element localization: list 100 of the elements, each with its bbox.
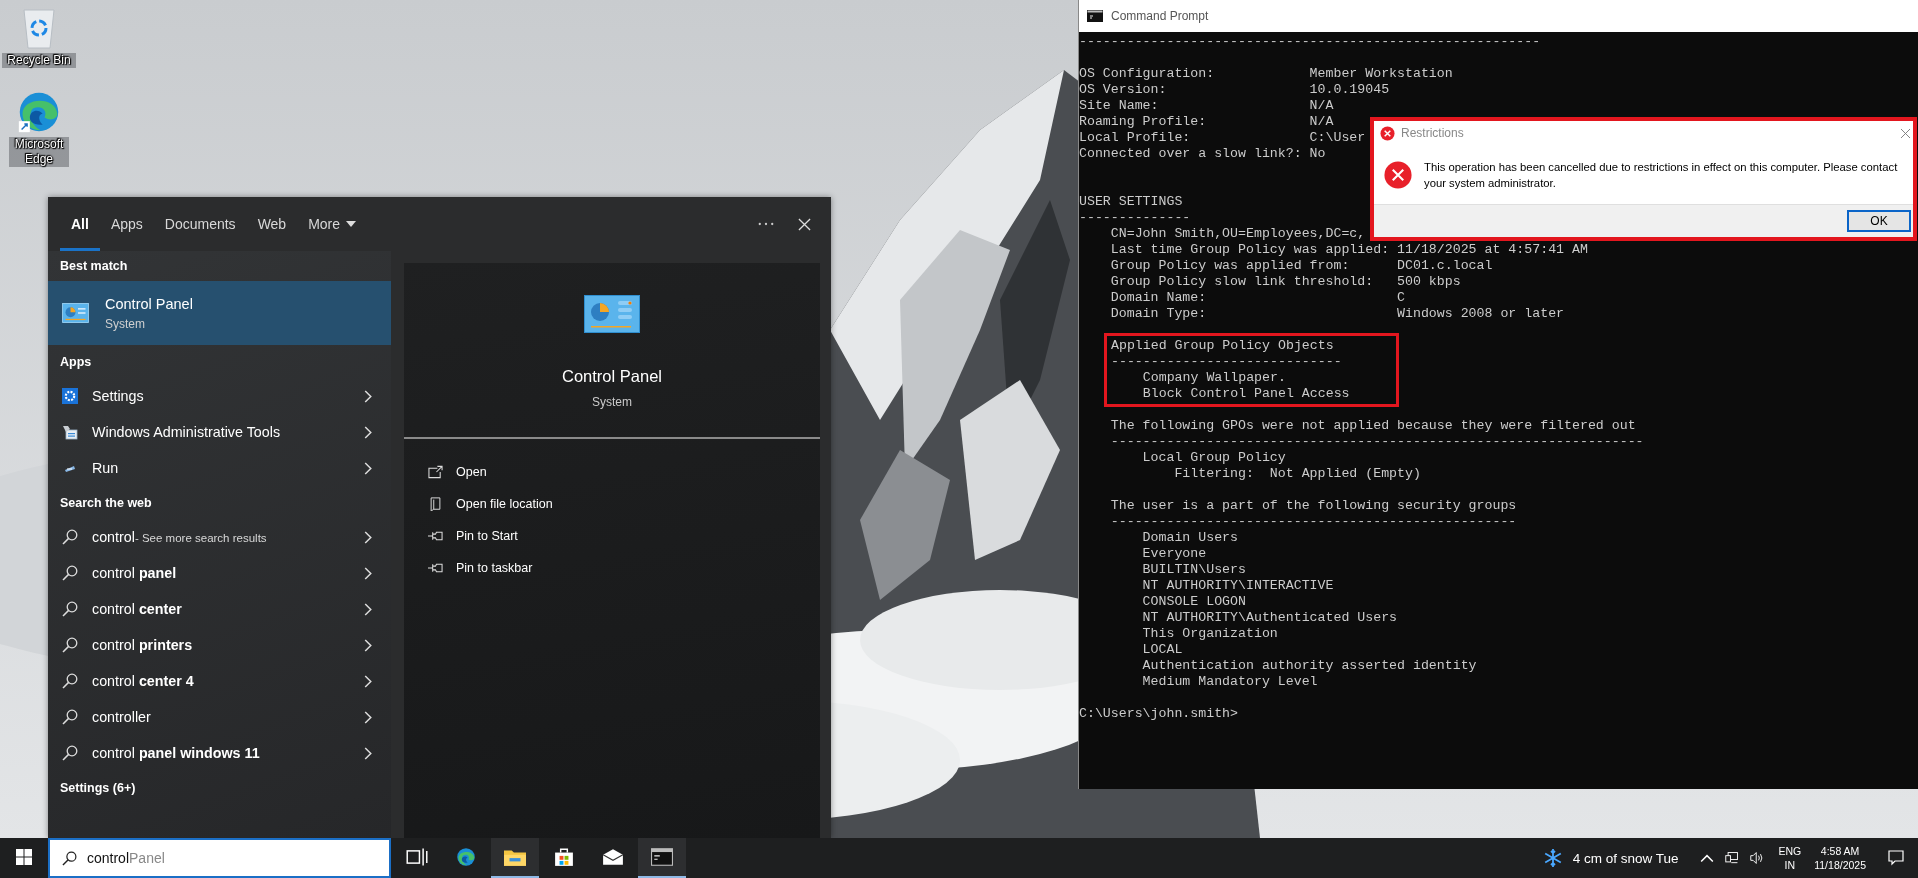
filter-tab[interactable]: Apps [99, 197, 154, 251]
window-title: Command Prompt [1111, 9, 1209, 23]
console-line: Domain Name: C [1109, 290, 1405, 306]
terminal-icon [651, 847, 673, 867]
windows-icon [16, 849, 32, 865]
app-result[interactable]: Settings [48, 378, 391, 414]
chevron-icon [364, 389, 372, 403]
filter-tab[interactable]: Web [246, 197, 298, 251]
app-result[interactable]: Windows Administrative Tools [48, 414, 391, 450]
console-line: Last time Group Policy was applied: 11/18/2025 at 4:57:41 AM [1109, 242, 1588, 258]
notification-icon[interactable] [1888, 850, 1904, 866]
pin-icon [428, 561, 443, 575]
search-icon [62, 850, 77, 866]
weather-widget[interactable]: 4 cm of snow Tue [1542, 838, 1701, 878]
app-result[interactable]: Run [48, 450, 391, 486]
best-match-item[interactable]: Control Panel System [48, 281, 391, 345]
section-heading: Best match [60, 259, 128, 273]
open-window-icon [428, 465, 443, 479]
taskbar-app[interactable] [638, 838, 686, 878]
search-icon [62, 673, 78, 689]
console-line: The user is a part of the following security groups [1109, 498, 1517, 514]
volume-icon[interactable] [1750, 851, 1765, 865]
result-subtitle: System [105, 316, 146, 331]
caret-icon [346, 221, 357, 227]
console-line: BUILTIN\Users [1141, 562, 1246, 578]
action-item[interactable]: Open [428, 456, 820, 488]
web-suggestion[interactable]: control printers [48, 627, 391, 663]
control-panel-icon [584, 295, 640, 333]
snowflake-icon [1542, 848, 1563, 868]
chevron-icon [364, 746, 372, 760]
console-line: CN=John Smith,OU=Employees,DC=c, [1109, 226, 1366, 242]
preview-title: Control Panel [562, 367, 662, 386]
console-line: NT AUTHORITY\Authenticated Users [1141, 610, 1398, 626]
clock[interactable]: 4:58 AM 11/18/2025 [1810, 838, 1888, 878]
ok-button[interactable]: OK [1847, 210, 1911, 232]
filter-tab[interactable]: Documents [153, 197, 247, 251]
console-line: C:\Users\john.smith> [1079, 706, 1239, 722]
console-line: NT AUTHORITY\INTERACTIVE [1141, 578, 1334, 594]
action-item[interactable]: Pin to taskbar [428, 552, 820, 584]
console-line: Domain Users [1141, 530, 1239, 546]
console-line: This Organization [1141, 626, 1278, 642]
chevron-icon [364, 674, 372, 688]
more-icon[interactable] [758, 222, 774, 226]
shopping-bag-icon [553, 847, 575, 867]
filter-tab[interactable]: More [297, 197, 368, 251]
console-line: Connected over a slow link?: No [1079, 146, 1326, 162]
console-line: LOCAL [1141, 642, 1183, 658]
console-line: The following GPOs were not applied because they were filtered out [1109, 418, 1636, 434]
web-suggestion[interactable]: control center [48, 591, 391, 627]
console-line: Group Policy was applied from: DC01.c.local [1109, 258, 1493, 274]
console-line: Local Group Policy [1141, 450, 1286, 466]
gear-icon [62, 388, 78, 404]
taskbar-app[interactable] [491, 838, 539, 878]
chevron-icon [364, 638, 372, 652]
edge-icon [455, 847, 477, 867]
console-line: ----------------------------- [1111, 354, 1342, 370]
search-icon [62, 565, 78, 581]
console-line: Company Wallpaper. [1141, 370, 1286, 386]
result-title: Control Panel [105, 295, 193, 312]
language-indicator[interactable]: ENG IN [1775, 838, 1811, 878]
web-suggestion[interactable]: control panel windows 11 [48, 735, 391, 771]
edge-icon[interactable] [17, 90, 61, 134]
chevron-icon [364, 566, 372, 580]
chevron-icon [364, 530, 372, 544]
task-view-icon [406, 847, 428, 867]
section-heading: Search the web [60, 495, 152, 510]
preview-subtitle: System [592, 395, 632, 409]
console-line: CONSOLE LOGON [1141, 594, 1246, 610]
search-icon [62, 637, 78, 653]
control-panel-icon [62, 303, 89, 323]
web-suggestion[interactable]: control panel [48, 555, 391, 591]
error-icon [1380, 125, 1395, 141]
console-line: Block Control Panel Access [1141, 386, 1350, 402]
network-icon[interactable] [1725, 851, 1740, 865]
console-line: Local Profile: C:\User [1079, 130, 1366, 146]
pin-icon [428, 529, 443, 543]
chevron-icon [364, 602, 372, 616]
console-line: USER SETTINGS [1079, 194, 1183, 210]
console-line: Domain Type: Windows 2008 or later [1109, 306, 1565, 322]
chevron-icon [364, 425, 372, 439]
console-line: Filtering: Not Applied (Empty) [1173, 466, 1421, 482]
search-icon [62, 745, 78, 761]
web-suggestion[interactable]: controller [48, 699, 391, 735]
document-icon [428, 497, 443, 511]
action-item[interactable]: Pin to Start [428, 520, 820, 552]
search-icon [62, 601, 78, 617]
action-item[interactable]: Open file location [428, 488, 820, 520]
console-line: --------------------------------------------------- [1109, 514, 1517, 530]
error-icon [1384, 160, 1412, 189]
console-line: -------------- [1079, 210, 1191, 226]
search-field[interactable]: controlPanel [48, 838, 391, 878]
console-line: Everyone [1141, 546, 1207, 562]
chevron-icon [364, 461, 372, 475]
web-suggestion[interactable]: control- See more search results [48, 519, 391, 555]
web-suggestion[interactable]: control center 4 [48, 663, 391, 699]
console-line: Medium Mandatory Level [1141, 674, 1318, 690]
console-line: ---------------------------------------------------------- [1079, 34, 1541, 50]
console-line: OS Configuration: Member Workstation [1079, 66, 1453, 82]
section-heading: Settings (6+) [60, 780, 136, 795]
search-icon [62, 709, 78, 725]
